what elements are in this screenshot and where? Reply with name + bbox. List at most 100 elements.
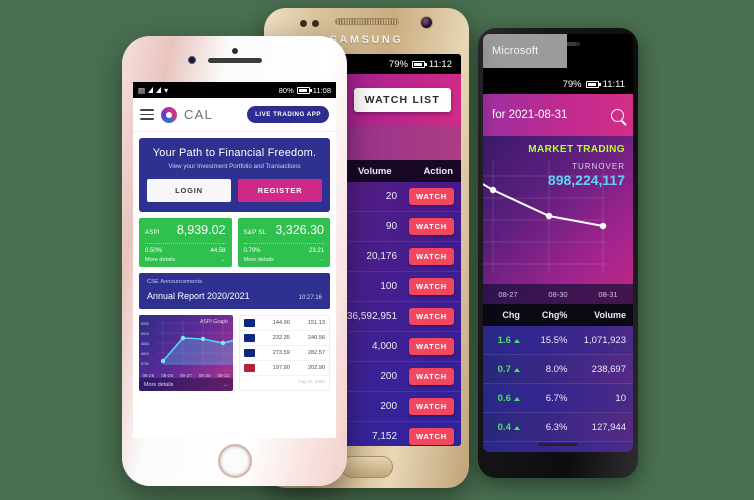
table-row[interactable]: 0.7 8.0% 238,697 [483, 355, 633, 384]
cell-action: WATCH [405, 218, 461, 235]
right-chin-bar [538, 443, 578, 446]
y-tick: 8800 [141, 352, 149, 356]
announcement-title: Annual Report 2020/2021 [147, 291, 250, 301]
watch-button[interactable]: WATCH [409, 428, 454, 445]
australia-flag-icon [243, 319, 255, 327]
turnover-line-chart [483, 160, 607, 272]
col-action: Action [423, 165, 453, 177]
live-trading-app-button[interactable]: LIVE TRADING APP [247, 106, 329, 123]
y-tick: 8950 [141, 322, 149, 326]
arrow-up-icon [513, 425, 520, 430]
x-tick: 08-27 [498, 289, 518, 299]
table-row[interactable]: 1.6 15.5% 1,071,923 [483, 326, 633, 355]
register-button[interactable]: REGISTER [238, 179, 322, 202]
cell-volume: 1,071,923 [583, 334, 626, 346]
right-search-bar[interactable]: for 2021-08-31 [483, 94, 633, 136]
cell-chg: 0.6 [483, 393, 527, 404]
right-table-body[interactable]: 1.6 15.5% 1,071,923 0.7 8.0% 238,697 0.6 6.7% 10… [483, 326, 633, 452]
index-cards[interactable]: ASPI 8,939.02 0.50% 44.58 More details → S&P S… [139, 218, 330, 267]
watch-button[interactable]: WATCH [409, 278, 454, 295]
cal-logo-icon [161, 106, 177, 123]
brand-label: CAL [184, 107, 213, 122]
hamburger-icon[interactable] [140, 109, 154, 120]
watch-list-button[interactable]: WATCH LIST [353, 88, 451, 112]
right-status-bar: 79% 11:11 [483, 74, 633, 94]
table-row[interactable]: 0.4 6.3% 127,944 [483, 413, 633, 442]
cell-volume: 127,944 [591, 421, 626, 433]
os-tab-label: Microsoft [483, 34, 567, 68]
app-header: CAL LIVE TRADING APP [133, 98, 336, 132]
watch-button[interactable]: WATCH [409, 308, 454, 325]
watch-button[interactable]: WATCH [409, 368, 454, 385]
samsung-brand-label: SAMSUNG [329, 34, 404, 46]
watch-button[interactable]: WATCH [409, 218, 454, 235]
left-phone-screen: ▤ ▾ 80% 11:08 CAL LIVE TRADING APP Your … [133, 82, 336, 438]
watch-button[interactable]: WATCH [409, 398, 454, 415]
index-value: 8,939.02 [176, 223, 226, 237]
arrow-right-icon: → [219, 257, 226, 263]
cell-volume: 238,697 [591, 363, 626, 375]
arrow-up-icon [513, 367, 520, 372]
index-more-label: More details [145, 257, 176, 263]
middle-battery-percent: 79% [388, 58, 408, 70]
currency-rates-card[interactable]: 144.90 151.13 232.35 240.56 273.59 282.57 197.… [238, 315, 330, 391]
index-card[interactable]: ASPI 8,939.02 0.50% 44.58 More details → [139, 218, 232, 267]
front-camera-icon [420, 16, 433, 29]
list-item[interactable]: 197.90 202.90 [239, 361, 329, 376]
list-item[interactable]: 232.35 240.56 [239, 331, 329, 346]
turnover-chart-panel: MARKET TRADING TURNOVER 898,224,117 08-2… [483, 136, 633, 304]
index-change: 44.58 [210, 248, 226, 254]
watch-button[interactable]: WATCH [409, 338, 454, 355]
arrow-right-icon: → [222, 381, 228, 388]
fx-footer-date: Aug 31, 2021 [297, 379, 325, 384]
watch-button[interactable]: WATCH [409, 188, 454, 205]
left-clock: 11:08 [312, 85, 331, 95]
watch-button[interactable]: WATCH [409, 248, 454, 265]
right-search-text: for 2021-08-31 [492, 109, 568, 121]
login-button[interactable]: LOGIN [147, 179, 231, 202]
col-volume: Volume [594, 310, 626, 320]
table-row[interactable]: 0.6 6.7% 10 [483, 384, 633, 413]
col-chgpct: Chg% [541, 310, 568, 320]
x-tick: 08-30 [548, 289, 568, 299]
graph-more-details[interactable]: More details → [139, 378, 233, 391]
earpiece-speaker-icon [207, 58, 262, 63]
index-card[interactable]: S&P SL 3,326.30 0.70% 23.21 More details → [237, 218, 330, 267]
index-card-stats: 0.70% 23.21 [243, 243, 324, 254]
app-body: Your Path to Financial Freedom. View you… [133, 132, 336, 438]
cell-action: WATCH [405, 188, 461, 205]
composite-phones-scene: Microsoft 79% 11:11 for 2021-08-31 MARKE… [0, 0, 754, 500]
cell-volume: 10 [615, 392, 626, 404]
cell-action: WATCH [405, 398, 461, 415]
wifi-icon: ▾ [164, 85, 169, 95]
graph-more-label: More details [144, 381, 174, 388]
cell-chg: 1.6 [483, 335, 527, 346]
list-item[interactable]: 273.59 282.57 [239, 346, 329, 361]
fx-buy: 144.90 [272, 320, 290, 326]
right-clock: 11:11 [602, 78, 625, 90]
index-more-details[interactable]: More details → [145, 257, 226, 263]
announcement-card[interactable]: CSE Announcements Annual Report 2020/202… [139, 273, 330, 309]
hero-title: Your Path to Financial Freedom. [152, 147, 317, 159]
announcement-label: CSE Announcements [147, 279, 203, 285]
list-item[interactable]: 144.90 151.13 [239, 316, 329, 331]
cell-action: WATCH [405, 338, 461, 355]
announcement-row: Annual Report 2020/2021 10:27:16 [147, 291, 322, 301]
status-left-icons: ▤ ▾ [138, 86, 168, 95]
magnifier-icon[interactable] [611, 108, 624, 122]
cell-action: WATCH [405, 248, 461, 265]
home-button[interactable] [340, 456, 393, 478]
phone-right-black: Microsoft 79% 11:11 for 2021-08-31 MARKE… [478, 28, 638, 478]
home-button[interactable] [217, 444, 252, 478]
fx-sell: 240.56 [307, 335, 326, 341]
fx-sell: 151.13 [307, 320, 326, 326]
right-battery-percent: 79% [562, 78, 582, 90]
battery-icon [296, 86, 312, 94]
cell-chg: 0.4 [483, 422, 527, 433]
earpiece-speaker-icon [334, 18, 399, 25]
aspi-graph-card[interactable]: ASPI Graph 8950 8900 8850 8800 8750 08-2… [139, 315, 233, 391]
proximity-sensor-icon [231, 48, 238, 54]
index-more-details[interactable]: More details → [244, 257, 325, 263]
left-battery-percent: 80% [278, 85, 294, 95]
right-table-header: Chg Chg% Volume [483, 304, 633, 326]
